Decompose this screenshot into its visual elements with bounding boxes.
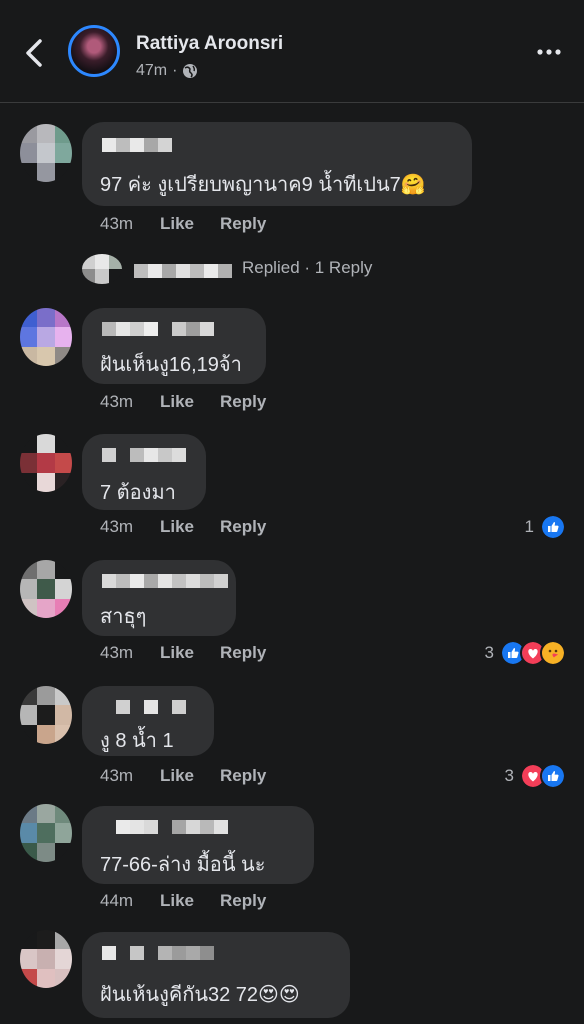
comment-time: 43m xyxy=(100,766,134,785)
comment-actions: 43m Like Reply xyxy=(100,392,266,412)
more-horizontal-icon[interactable] xyxy=(536,42,562,62)
replier-name-redacted xyxy=(134,264,232,278)
comment-text: งู 8 น้ำ 1 xyxy=(100,730,174,752)
like-link[interactable]: Like xyxy=(160,643,220,663)
comment-bubble[interactable]: งู 8 น้ำ 1 xyxy=(82,686,214,756)
comment-time: 43m xyxy=(100,392,134,411)
commenter-name-redacted[interactable] xyxy=(102,322,214,336)
like-reaction-icon xyxy=(540,763,566,789)
comment-time: 44m xyxy=(100,891,134,910)
commenter-avatar[interactable] xyxy=(20,930,72,988)
reaction-summary[interactable]: 3 xyxy=(485,640,566,666)
reaction-count: 1 xyxy=(524,517,534,536)
post-time: 47m xyxy=(136,62,168,79)
reaction-summary[interactable]: 3 xyxy=(505,763,566,789)
commenter-name-redacted[interactable] xyxy=(102,700,186,714)
comment-text: ฝันเห็นงู16,19จ้า xyxy=(100,354,242,376)
chevron-left-icon[interactable] xyxy=(20,36,50,70)
reply-link[interactable]: Reply xyxy=(220,214,266,234)
commenter-avatar[interactable] xyxy=(20,434,72,492)
comment-text: 77-66-ล่าง มื้อนี้ นะ xyxy=(100,854,266,876)
care-reaction-icon xyxy=(540,640,566,666)
like-reaction-icon xyxy=(540,514,566,540)
reaction-summary[interactable]: 1 xyxy=(525,514,566,540)
commenter-name-redacted[interactable] xyxy=(102,138,172,152)
globe-icon xyxy=(183,64,198,78)
commenter-avatar[interactable] xyxy=(20,560,72,618)
replier-avatar xyxy=(82,254,122,284)
commenter-avatar[interactable] xyxy=(20,686,72,744)
poster-avatar[interactable] xyxy=(68,25,120,77)
like-link[interactable]: Like xyxy=(160,891,220,911)
commenter-avatar[interactable] xyxy=(20,124,72,182)
commenter-avatar[interactable] xyxy=(20,308,72,366)
comment-text: 97 ค่ะ งูเปรียบพญานาค9 น้ำทีเปน7🤗 xyxy=(100,174,426,196)
reply-link[interactable]: Reply xyxy=(220,643,266,663)
comment-time: 43m xyxy=(100,214,134,233)
reply-link[interactable]: Reply xyxy=(220,517,266,537)
comment-bubble[interactable]: ฝันเห้นงูคีกัน32 72😍😍 xyxy=(82,932,350,1018)
comment-time: 43m xyxy=(100,643,134,662)
reply-link[interactable]: Reply xyxy=(220,891,266,911)
replied-text[interactable]: Replied · 1 Reply xyxy=(242,258,372,278)
reaction-count: 3 xyxy=(484,643,494,662)
comment-actions: 43m Like Reply xyxy=(100,517,266,537)
comment-bubble[interactable]: 7 ต้องมา xyxy=(82,434,206,510)
comment-text: สาธุๆ xyxy=(100,606,147,628)
like-link[interactable]: Like xyxy=(160,766,220,786)
reply-link[interactable]: Reply xyxy=(220,392,266,412)
post-header: Rattiya Aroonsri 47m · xyxy=(0,0,584,103)
comment-actions: 44m Like Reply xyxy=(100,891,266,911)
comment-bubble[interactable]: 97 ค่ะ งูเปรียบพญานาค9 น้ำทีเปน7🤗 xyxy=(82,122,472,206)
reaction-count: 3 xyxy=(504,766,514,785)
comment-text: 7 ต้องมา xyxy=(100,482,176,504)
commenter-name-redacted[interactable] xyxy=(102,448,186,462)
meta-separator: · xyxy=(172,62,178,79)
comment-bubble[interactable]: สาธุๆ xyxy=(82,560,236,636)
comment-time: 43m xyxy=(100,517,134,536)
comment-actions: 43m Like Reply xyxy=(100,766,266,786)
like-link[interactable]: Like xyxy=(160,517,220,537)
comment-bubble[interactable]: ฝันเห็นงู16,19จ้า xyxy=(82,308,266,384)
commenter-name-redacted[interactable] xyxy=(102,574,228,588)
reply-link[interactable]: Reply xyxy=(220,766,266,786)
like-link[interactable]: Like xyxy=(160,392,220,412)
comment-actions: 43m Like Reply xyxy=(100,643,266,663)
replies-row[interactable]: Replied · 1 Reply xyxy=(82,254,402,284)
comment-actions: 43m Like Reply xyxy=(100,214,266,234)
commenter-name-redacted[interactable] xyxy=(102,820,228,834)
comment-bubble[interactable]: 77-66-ล่าง มื้อนี้ นะ xyxy=(82,806,314,884)
post-meta: 47m · xyxy=(136,62,198,80)
commenter-name-redacted[interactable] xyxy=(102,946,214,960)
commenter-avatar[interactable] xyxy=(20,804,72,862)
poster-name[interactable]: Rattiya Aroonsri xyxy=(136,33,283,55)
comment-text: ฝันเห้นงูคีกัน32 72😍😍 xyxy=(100,984,300,1006)
like-link[interactable]: Like xyxy=(160,214,220,234)
